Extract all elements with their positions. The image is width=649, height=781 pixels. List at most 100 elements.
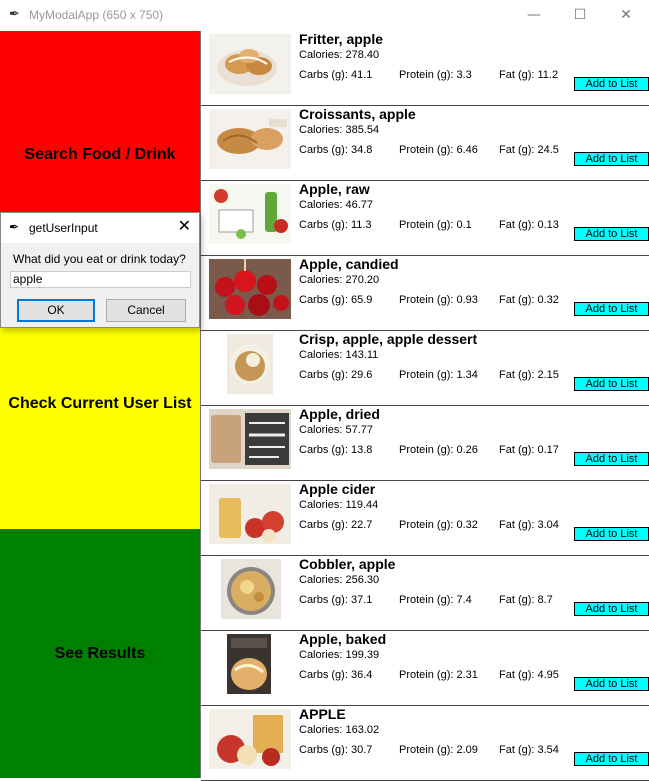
food-protein: Protein (g): 1.34	[399, 369, 478, 381]
food-calories: Calories: 256.30	[299, 574, 380, 586]
dialog-titlebar: ✒ getUserInput ✕	[1, 213, 199, 243]
window-title: MyModalApp (650 x 750)	[29, 8, 164, 22]
food-protein: Protein (g): 0.93	[399, 294, 478, 306]
food-calories: Calories: 278.40	[299, 49, 380, 61]
food-row: Apple, dried Calories: 57.77 Carbs (g): …	[201, 406, 649, 481]
food-calories: Calories: 143.11	[299, 349, 379, 361]
add-to-list-button[interactable]: Add to List	[574, 527, 649, 541]
dialog-prompt: What did you eat or drink today?	[13, 252, 186, 266]
dried-apple-image	[209, 409, 291, 469]
window-titlebar: ✒ MyModalApp (650 x 750) — ☐ ✕	[0, 0, 649, 31]
food-protein: Protein (g): 6.46	[399, 144, 478, 156]
add-to-list-button[interactable]: Add to List	[574, 77, 649, 91]
add-to-list-button[interactable]: Add to List	[574, 302, 649, 316]
food-name: Apple cider	[299, 481, 376, 497]
food-name: Apple, baked	[299, 631, 387, 647]
food-protein: Protein (g): 0.26	[399, 444, 478, 456]
food-carbs: Carbs (g): 29.6	[299, 369, 373, 381]
feather-icon: ✒	[9, 220, 20, 234]
food-carbs: Carbs (g): 37.1	[299, 594, 373, 606]
food-name: Crisp, apple, apple dessert	[299, 331, 478, 347]
food-calories: Calories: 385.54	[299, 124, 380, 136]
see-results-button[interactable]: See Results	[0, 529, 200, 778]
food-protein: Protein (g): 2.31	[399, 669, 478, 681]
food-fat: Fat (g): 0.13	[499, 219, 559, 231]
food-fat: Fat (g): 0.32	[499, 294, 559, 306]
food-name: Apple, raw	[299, 181, 370, 197]
food-name: Apple, candied	[299, 256, 399, 272]
food-name: Fritter, apple	[299, 31, 384, 47]
food-fat: Fat (g): 2.15	[499, 369, 559, 381]
sidebar: Search Food / Drink Check Current User L…	[0, 31, 200, 778]
maximize-button[interactable]: ☐	[557, 0, 603, 31]
food-carbs: Carbs (g): 41.1	[299, 69, 373, 81]
food-calories: Calories: 163.02	[299, 724, 380, 736]
food-row: Apple, baked Calories: 199.39 Carbs (g):…	[201, 631, 649, 706]
food-name: Apple, dried	[299, 406, 380, 422]
food-fat: Fat (g): 3.54	[499, 744, 559, 756]
food-entry-input[interactable]: apple	[10, 271, 191, 288]
food-row: Apple cider Calories: 119.44 Carbs (g): …	[201, 481, 649, 556]
food-carbs: Carbs (g): 36.4	[299, 669, 373, 681]
ok-button[interactable]: OK	[17, 299, 95, 322]
baked-apple-image	[209, 634, 291, 694]
candied-apple-image	[209, 259, 291, 319]
apple-image	[209, 709, 291, 769]
add-to-list-button[interactable]: Add to List	[574, 752, 649, 766]
add-to-list-button[interactable]: Add to List	[574, 602, 649, 616]
minimize-button[interactable]: —	[511, 0, 557, 31]
food-carbs: Carbs (g): 34.8	[299, 144, 373, 156]
see-results-label: See Results	[54, 644, 146, 662]
dialog-title: getUserInput	[29, 221, 98, 235]
food-calories: Calories: 119.44	[299, 499, 379, 511]
food-results-list: Fritter, apple Calories: 278.40 Carbs (g…	[200, 31, 649, 781]
add-to-list-button[interactable]: Add to List	[574, 152, 649, 166]
check-user-list-label: Check Current User List	[8, 395, 192, 412]
food-calories: Calories: 270.20	[299, 274, 380, 286]
food-fat: Fat (g): 8.7	[499, 594, 553, 606]
feather-icon: ✒	[9, 7, 20, 22]
food-calories: Calories: 57.77	[299, 424, 373, 436]
close-button[interactable]: ✕	[603, 0, 649, 31]
food-row: APPLE Calories: 163.02 Carbs (g): 30.7 P…	[201, 706, 649, 781]
food-calories: Calories: 46.77	[299, 199, 373, 211]
food-carbs: Carbs (g): 22.7	[299, 519, 373, 531]
search-food-label: Search Food / Drink	[24, 146, 176, 163]
food-row: Fritter, apple Calories: 278.40 Carbs (g…	[201, 31, 649, 106]
food-fat: Fat (g): 24.5	[499, 144, 559, 156]
food-fat: Fat (g): 11.2	[499, 69, 559, 81]
dialog-close-button[interactable]: ✕	[178, 216, 191, 236]
food-name: APPLE	[299, 706, 346, 722]
food-carbs: Carbs (g): 30.7	[299, 744, 373, 756]
add-to-list-button[interactable]: Add to List	[574, 377, 649, 391]
food-calories: Calories: 199.39	[299, 649, 380, 661]
apple-cider-image	[209, 484, 291, 544]
apple-crisp-image	[209, 334, 291, 394]
food-row: Croissants, apple Calories: 385.54 Carbs…	[201, 106, 649, 181]
food-row: Cobbler, apple Calories: 256.30 Carbs (g…	[201, 556, 649, 631]
add-to-list-button[interactable]: Add to List	[574, 677, 649, 691]
food-fat: Fat (g): 0.17	[499, 444, 559, 456]
food-carbs: Carbs (g): 65.9	[299, 294, 373, 306]
food-protein: Protein (g): 0.32	[399, 519, 478, 531]
food-carbs: Carbs (g): 13.8	[299, 444, 373, 456]
food-protein: Protein (g): 7.4	[399, 594, 472, 606]
croissant-image	[209, 109, 291, 169]
raw-apple-image	[209, 184, 291, 244]
food-protein: Protein (g): 2.09	[399, 744, 478, 756]
fritter-image	[209, 34, 291, 94]
cobbler-image	[209, 559, 291, 619]
food-row: Apple, candied Calories: 270.20 Carbs (g…	[201, 256, 649, 331]
cancel-button[interactable]: Cancel	[106, 299, 186, 322]
food-name: Croissants, apple	[299, 106, 416, 122]
food-carbs: Carbs (g): 11.3	[299, 219, 372, 231]
food-name: Cobbler, apple	[299, 556, 396, 572]
user-input-dialog: ✒ getUserInput ✕ What did you eat or dri…	[0, 212, 200, 328]
food-protein: Protein (g): 0.1	[399, 219, 472, 231]
food-row: Crisp, apple, apple dessert Calories: 14…	[201, 331, 649, 406]
food-protein: Protein (g): 3.3	[399, 69, 472, 81]
food-fat: Fat (g): 4.95	[499, 669, 559, 681]
add-to-list-button[interactable]: Add to List	[574, 227, 649, 241]
food-fat: Fat (g): 3.04	[499, 519, 559, 531]
add-to-list-button[interactable]: Add to List	[574, 452, 649, 466]
